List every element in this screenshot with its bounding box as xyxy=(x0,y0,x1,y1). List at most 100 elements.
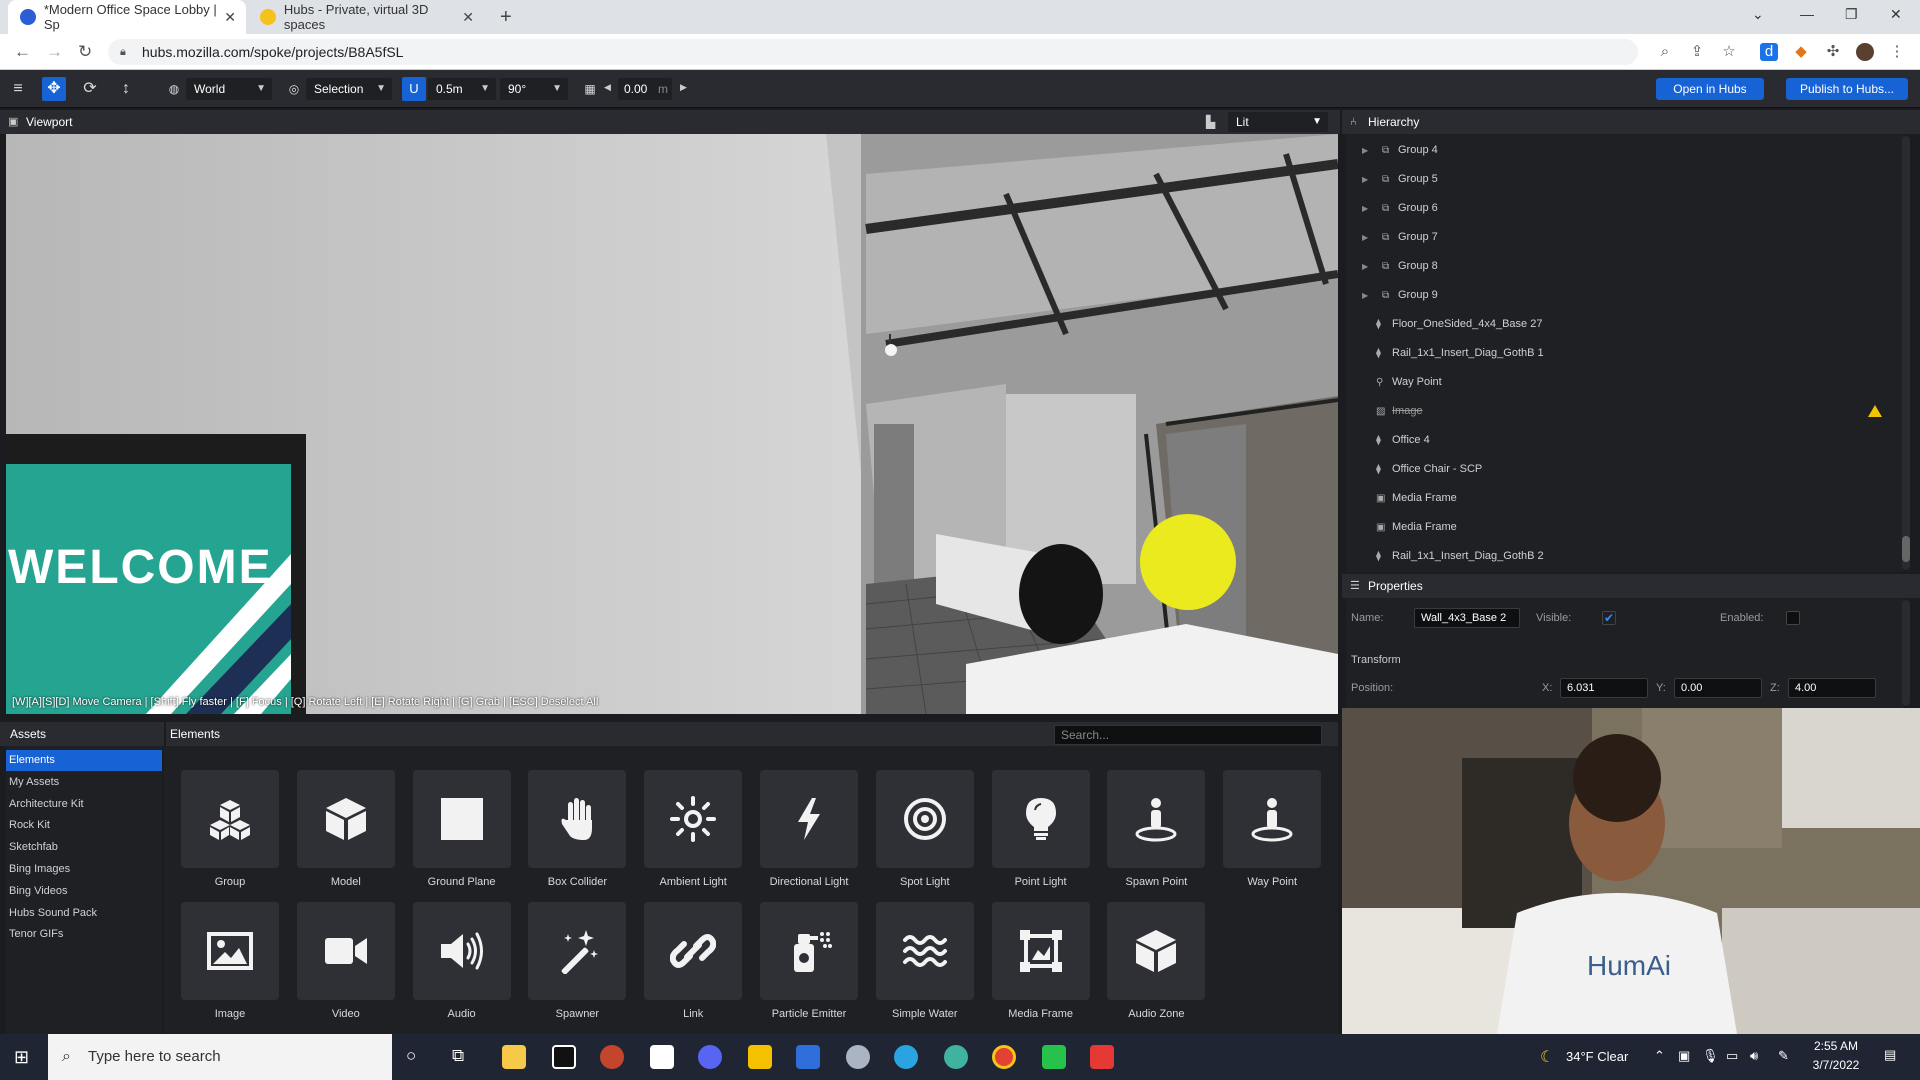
assets-source-item[interactable]: Elements xyxy=(6,750,162,771)
new-tab-button[interactable]: + xyxy=(500,6,512,29)
element-tile[interactable] xyxy=(1223,770,1322,868)
element-tile[interactable] xyxy=(528,770,627,868)
clock-time[interactable]: 2:55 AM xyxy=(1804,1039,1868,1053)
forward-icon[interactable]: → xyxy=(46,42,63,62)
hierarchy-item[interactable]: ▶ ⧉ Group 7 xyxy=(1346,223,1904,252)
hierarchy-item[interactable]: ⧫ Office Chair - SCP xyxy=(1346,455,1904,484)
share-icon[interactable]: ⇪ xyxy=(1688,43,1706,61)
element-tile[interactable] xyxy=(644,902,743,1000)
hierarchy-item[interactable]: ⧫ Rail_1x1_Insert_Diag_GothB 1 xyxy=(1346,339,1904,368)
close-tab-icon[interactable]: ✕ xyxy=(224,9,236,26)
tray-app-icon[interactable]: ▣ xyxy=(1678,1048,1690,1064)
app-plex-icon[interactable] xyxy=(748,1045,772,1069)
tray-chevron-icon[interactable]: ⌃ xyxy=(1654,1048,1665,1064)
hierarchy-scrollbar[interactable] xyxy=(1902,136,1910,570)
element-tile[interactable] xyxy=(991,902,1090,1000)
clock-date[interactable]: 3/7/2022 xyxy=(1804,1058,1868,1072)
app-store-icon[interactable] xyxy=(796,1045,820,1069)
assets-source-item[interactable]: Hubs Sound Pack xyxy=(6,903,162,924)
translate-tool-icon[interactable]: ✥ xyxy=(42,77,66,101)
element-tile[interactable] xyxy=(412,902,511,1000)
app-ring-icon[interactable] xyxy=(552,1045,576,1069)
open-in-hubs-button[interactable]: Open in Hubs xyxy=(1656,78,1764,100)
element-tile[interactable] xyxy=(875,902,974,1000)
notifications-icon[interactable]: ▤ xyxy=(1884,1047,1896,1063)
position-y-input[interactable]: 0.00 xyxy=(1674,678,1762,698)
zoom-icon[interactable]: ⌕ xyxy=(1656,43,1674,61)
position-z-input[interactable]: 4.00 xyxy=(1788,678,1876,698)
expand-arrow-icon[interactable]: ▶ xyxy=(1362,223,1368,252)
weather-text[interactable]: 34°F Clear xyxy=(1566,1049,1628,1064)
assets-source-item[interactable]: Sketchfab xyxy=(6,837,162,858)
snap-distance-select[interactable]: 0.5m ▼ xyxy=(428,78,496,100)
windows-start-icon[interactable]: ⊞ xyxy=(14,1047,29,1068)
expand-arrow-icon[interactable]: ▶ xyxy=(1362,136,1368,165)
volume-icon[interactable]: 🔊︎ xyxy=(1750,1048,1758,1064)
element-tile[interactable] xyxy=(181,770,279,868)
tab-spoke-project[interactable]: *Modern Office Space Lobby | Sp ✕ xyxy=(8,0,246,34)
element-tile[interactable] xyxy=(760,770,858,868)
hierarchy-item[interactable]: ▣ Media Frame xyxy=(1346,513,1904,542)
reload-icon[interactable]: ↻ xyxy=(78,42,92,62)
extension-d-icon[interactable]: d xyxy=(1760,43,1778,61)
position-x-input[interactable]: 6.031 xyxy=(1560,678,1648,698)
expand-arrow-icon[interactable]: ▶ xyxy=(1362,165,1368,194)
properties-scrollbar[interactable] xyxy=(1902,600,1910,706)
grid-height-input[interactable]: 0.00 m xyxy=(618,78,672,100)
viewport-canvas[interactable]: WELCOME [W][A][S][D] Move Camera | [Shif… xyxy=(6,134,1338,714)
expand-arrow-icon[interactable]: ▶ xyxy=(1362,194,1368,223)
hierarchy-item[interactable]: ▨ Image xyxy=(1346,397,1904,426)
mic-icon[interactable]: 🎙︎ xyxy=(1702,1048,1719,1064)
element-tile[interactable] xyxy=(644,770,743,868)
element-tile[interactable] xyxy=(181,902,279,1000)
hierarchy-item[interactable]: ⧫ Rail_1x1_Insert_Diag_GothB 2 xyxy=(1346,542,1904,571)
hierarchy-scroll-thumb[interactable] xyxy=(1902,536,1910,562)
app-red-c-icon[interactable] xyxy=(1090,1045,1114,1069)
assets-source-item[interactable]: My Assets xyxy=(6,772,162,793)
stats-icon[interactable]: ▙ xyxy=(1206,110,1215,134)
render-mode-select[interactable]: Lit ▼ xyxy=(1228,112,1328,132)
transform-space-select[interactable]: World ▼ xyxy=(186,78,272,100)
visible-checkbox[interactable]: ✔ xyxy=(1602,611,1616,625)
hierarchy-item[interactable]: ▣ Media Frame xyxy=(1346,484,1904,513)
element-tile[interactable] xyxy=(875,770,974,868)
element-tile[interactable] xyxy=(991,770,1090,868)
extensions-puzzle-icon[interactable]: ✣ xyxy=(1824,43,1842,61)
expand-arrow-icon[interactable]: ▶ xyxy=(1362,252,1368,281)
restore-icon[interactable]: ❐ xyxy=(1845,6,1858,23)
telegram-icon[interactable] xyxy=(894,1045,918,1069)
rotate-tool-icon[interactable]: ⟳ xyxy=(78,77,102,101)
assets-source-item[interactable]: Bing Images xyxy=(6,859,162,880)
discord-icon[interactable] xyxy=(698,1045,722,1069)
element-tile[interactable] xyxy=(412,770,511,868)
browser-menu-icon[interactable]: ⋮ xyxy=(1888,43,1906,61)
assets-source-item[interactable]: Architecture Kit xyxy=(6,794,162,815)
snap-angle-select[interactable]: 90° ▼ xyxy=(500,78,568,100)
snap-magnet-icon[interactable]: U xyxy=(402,77,426,101)
hierarchy-item[interactable]: ▶ ⧉ Group 6 xyxy=(1346,194,1904,223)
element-tile[interactable] xyxy=(528,902,627,1000)
assets-source-item[interactable]: Bing Videos xyxy=(6,881,162,902)
metamask-fox-icon[interactable]: ◆ xyxy=(1792,43,1810,61)
menu-icon[interactable]: ≡ xyxy=(6,77,30,101)
url-field[interactable]: 🔒︎ hubs.mozilla.com/spoke/projects/B8A5f… xyxy=(108,39,1638,65)
back-icon[interactable]: ← xyxy=(14,42,31,62)
elements-search-input[interactable]: Search... xyxy=(1054,725,1322,745)
element-tile[interactable] xyxy=(296,902,395,1000)
hierarchy-item[interactable]: ▶ ⧉ Group 8 xyxy=(1346,252,1904,281)
bookmark-star-icon[interactable]: ☆ xyxy=(1720,43,1738,61)
hierarchy-item[interactable]: ▶ ⧉ Group 4 xyxy=(1346,136,1904,165)
enabled-checkbox[interactable] xyxy=(1786,611,1800,625)
minimize-icon[interactable]: — xyxy=(1800,6,1814,22)
assets-source-item[interactable]: Tenor GIFs xyxy=(6,924,162,945)
grid-increase-icon[interactable]: ▶ xyxy=(680,82,687,93)
grid-icon[interactable]: ▦ xyxy=(578,77,602,101)
taskbar-search-input[interactable]: ⌕ Type here to search xyxy=(48,1034,392,1080)
pen-icon[interactable]: ✎ xyxy=(1778,1048,1789,1064)
hierarchy-item[interactable]: ⧫ Office 4 xyxy=(1346,426,1904,455)
name-input[interactable]: Wall_4x3_Base 2 xyxy=(1414,608,1520,628)
element-tile[interactable] xyxy=(296,770,395,868)
grid-decrease-icon[interactable]: ◀ xyxy=(604,82,611,93)
task-view-icon[interactable]: ⧉ xyxy=(452,1046,464,1066)
publish-button[interactable]: Publish to Hubs... xyxy=(1786,78,1908,100)
